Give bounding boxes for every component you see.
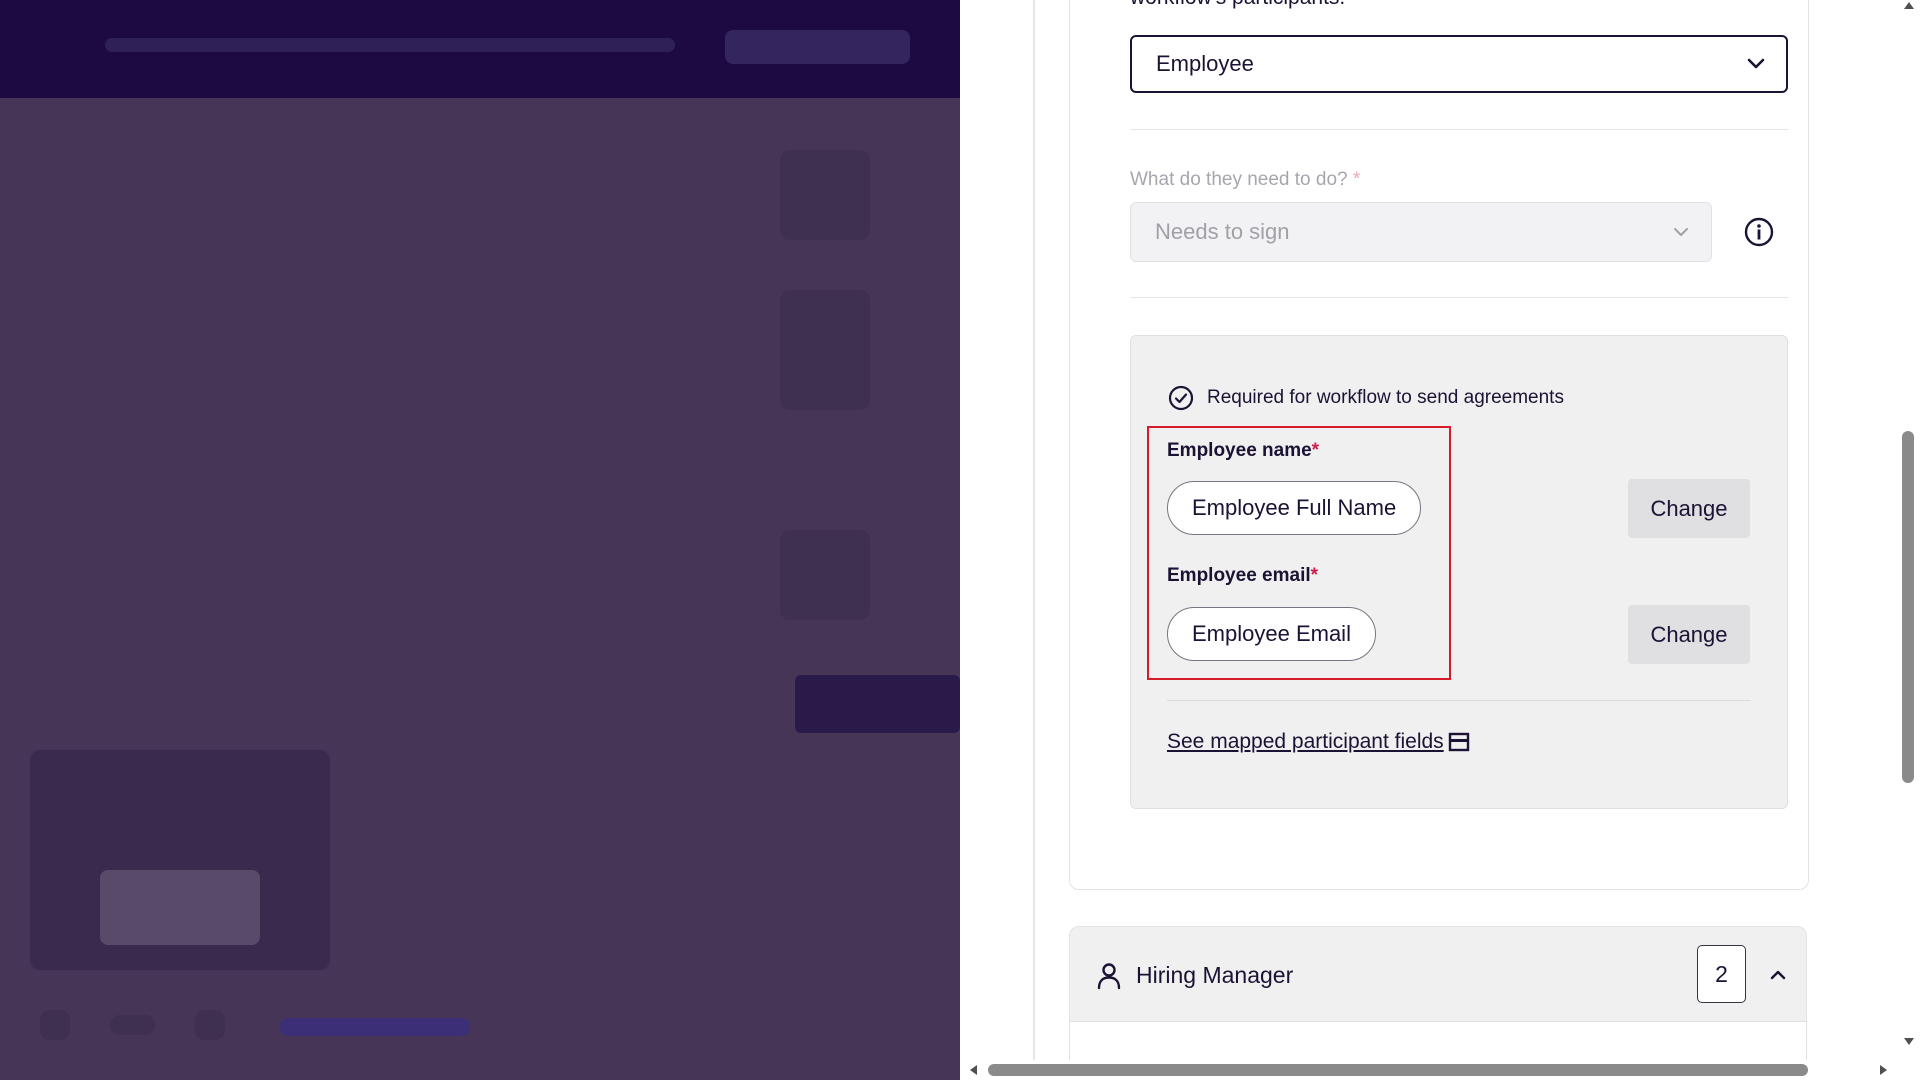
divider (1130, 297, 1788, 298)
chevron-down-icon (1651, 227, 1711, 237)
change-email-button[interactable]: Change (1628, 605, 1750, 664)
change-name-button[interactable]: Change (1628, 479, 1750, 538)
divider (1130, 129, 1788, 130)
horizontal-scrollbar[interactable] (960, 1060, 1898, 1080)
required-notice: Required for workflow to send agreements (1168, 385, 1564, 411)
vertical-scrollbar[interactable] (1898, 0, 1920, 1065)
action-select-value: Needs to sign (1155, 219, 1290, 244)
participants-label: workflow's participants. (1130, 0, 1345, 10)
highlight-box (1147, 426, 1451, 680)
required-notice-text: Required for workflow to send agreements (1207, 387, 1564, 408)
section-order-badge: 2 (1697, 945, 1746, 1003)
chevron-down-icon (1726, 58, 1786, 70)
drawer-divider (1033, 0, 1035, 1060)
vertical-scroll-thumb[interactable] (1902, 431, 1914, 783)
divider (1167, 700, 1751, 701)
action-select[interactable]: Needs to sign (1130, 202, 1712, 262)
scroll-down-icon[interactable] (1904, 1038, 1914, 1045)
info-circle-icon[interactable] (1743, 216, 1775, 248)
hiring-manager-section[interactable]: Hiring Manager 2 (1069, 926, 1807, 1022)
background-overlay (0, 0, 960, 1080)
check-circle-icon (1168, 385, 1194, 411)
hiring-manager-body (1069, 1022, 1807, 1062)
see-mapped-fields-link[interactable]: See mapped participant fields (1167, 730, 1470, 754)
scroll-right-icon[interactable] (1880, 1065, 1887, 1075)
participant-drawer: workflow's participants. Employee What d… (960, 0, 1920, 1080)
scroll-left-icon[interactable] (970, 1065, 977, 1075)
scroll-up-icon[interactable] (1904, 2, 1914, 9)
horizontal-scroll-thumb[interactable] (988, 1064, 1808, 1076)
background-topbar (0, 0, 960, 98)
panel-icon (1448, 731, 1470, 753)
participant-role-value: Employee (1156, 51, 1254, 76)
action-label: What do they need to do? * (1130, 169, 1361, 190)
chevron-up-icon[interactable] (1766, 963, 1790, 987)
section-title: Hiring Manager (1136, 962, 1294, 988)
participant-role-select[interactable]: Employee (1130, 35, 1788, 93)
person-icon (1096, 962, 1122, 990)
